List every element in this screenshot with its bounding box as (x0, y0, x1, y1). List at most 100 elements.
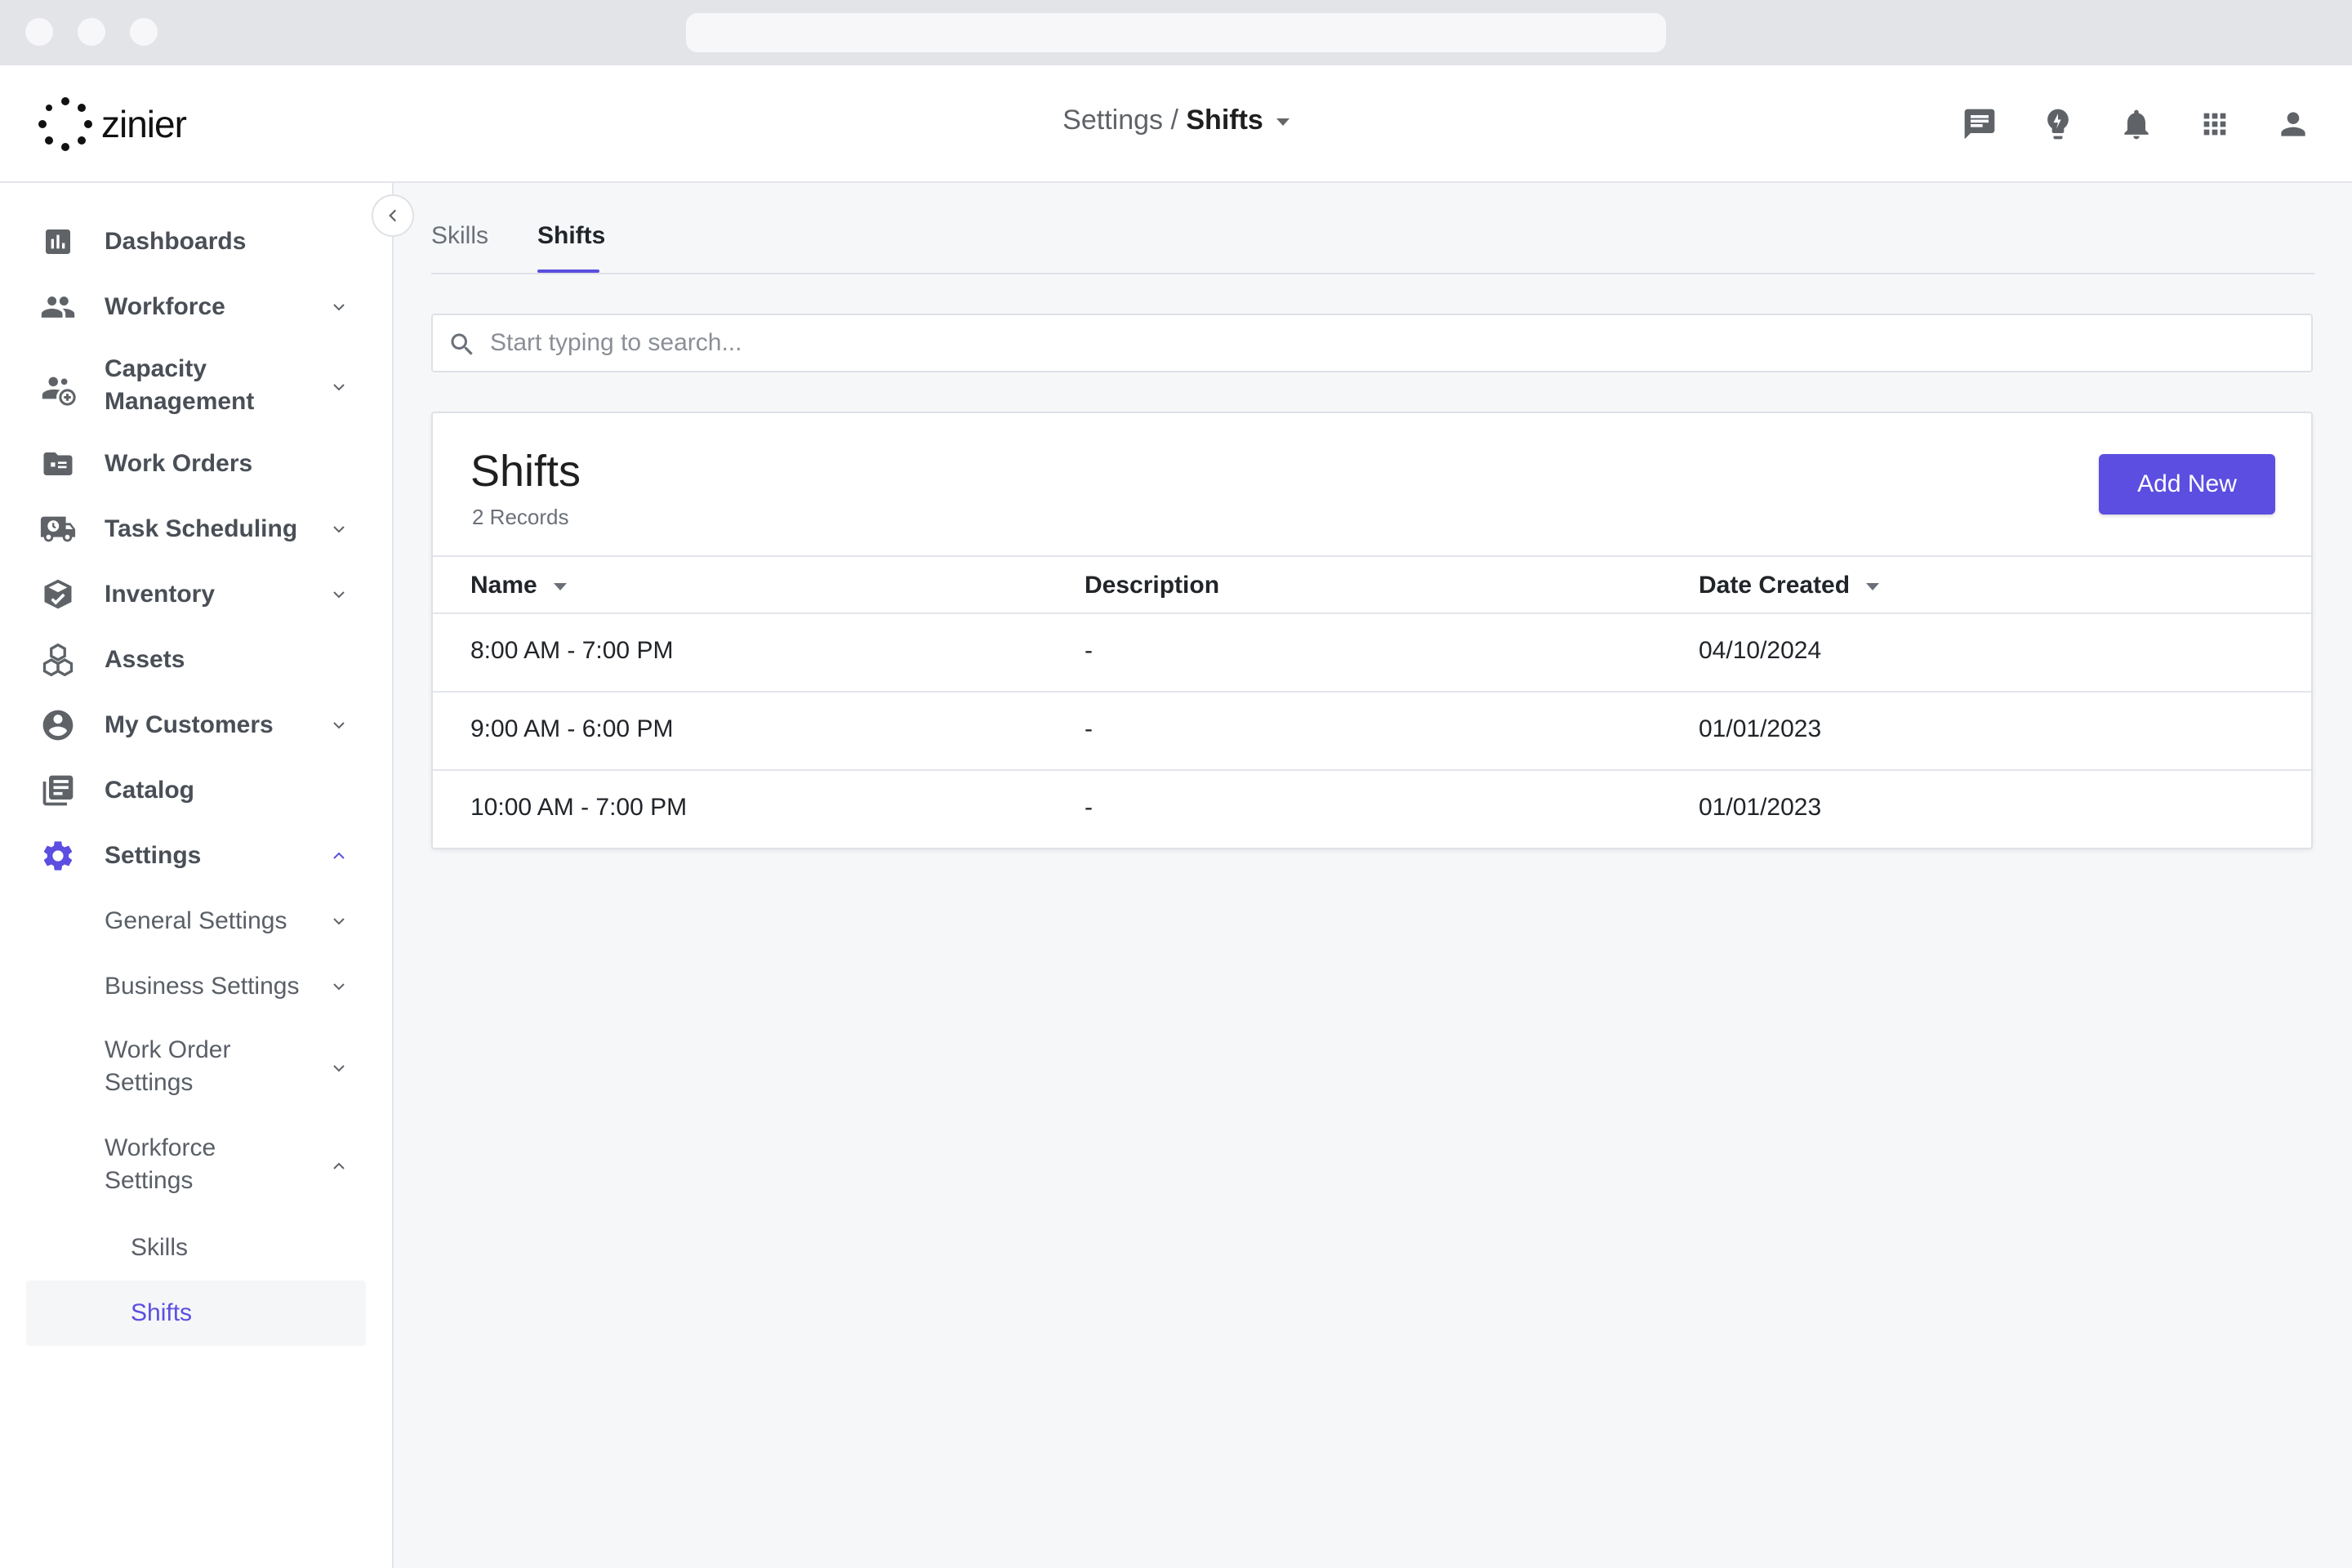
chevron-down-icon[interactable] (331, 717, 347, 733)
cell-name: 10:00 AM - 7:00 PM (470, 794, 688, 821)
sidebar-item-label-line2: Settings (105, 1069, 194, 1096)
sidebar-item-skills[interactable]: Skills (0, 1230, 384, 1266)
window-close-dot[interactable] (25, 18, 53, 46)
cell-date-created: 01/01/2023 (1699, 715, 1822, 742)
people-add-icon (39, 369, 77, 407)
sidebar-item-label: Shifts (131, 1299, 193, 1326)
chevron-down-icon[interactable] (331, 379, 347, 395)
chevron-up-icon[interactable] (331, 1158, 347, 1174)
sidebar-item-shifts[interactable]: Shifts (0, 1295, 384, 1331)
chevron-left-icon (389, 209, 397, 222)
sidebar-item-label-line2: Management (105, 388, 255, 415)
sidebar-item-workforce-settings[interactable]: Workforce Settings (0, 1132, 384, 1200)
sidebar-item-label: My Customers (105, 711, 274, 738)
sidebar-item-label: Workforce (105, 1134, 216, 1161)
collapse-sidebar-button[interactable] (372, 194, 414, 237)
sidebar-item-dashboards[interactable]: Dashboards (0, 224, 384, 260)
table-row[interactable]: 10:00 AM - 7:00 PM - 01/01/2023 (433, 771, 2311, 849)
cell-name: 8:00 AM - 7:00 PM (470, 637, 674, 664)
chevron-down-icon[interactable] (331, 521, 347, 537)
address-bar[interactable] (686, 13, 1666, 52)
user-icon[interactable] (2270, 101, 2316, 147)
book-icon (39, 772, 77, 809)
card-title: Shifts (470, 447, 581, 496)
chevron-up-icon[interactable] (331, 848, 347, 864)
search-box[interactable] (431, 314, 2313, 372)
sidebar-item-inventory[interactable]: Inventory (0, 577, 384, 612)
folder-list-icon (39, 445, 77, 483)
sidebar-item-task-scheduling[interactable]: Task Scheduling (0, 511, 384, 547)
chevron-down-icon[interactable] (331, 586, 347, 603)
sidebar: Dashboards Workforce Capacity Management… (0, 183, 394, 1568)
sidebar-item-my-customers[interactable]: My Customers (0, 707, 384, 743)
sidebar-item-workforce[interactable]: Workforce (0, 289, 384, 325)
table-row[interactable]: 8:00 AM - 7:00 PM - 04/10/2024 (433, 614, 2311, 693)
breadcrumb-separator: / (1163, 105, 1187, 136)
sidebar-item-label: Workforce (105, 293, 225, 320)
window-maximize-dot[interactable] (130, 18, 158, 46)
sidebar-item-general-settings[interactable]: General Settings (0, 903, 384, 939)
sidebar-item-label: Dashboards (105, 228, 247, 255)
add-new-button[interactable]: Add New (2099, 454, 2275, 514)
cell-description: - (1085, 715, 1093, 742)
sidebar-item-business-settings[interactable]: Business Settings (0, 969, 384, 1004)
cubes-icon (39, 641, 77, 679)
column-header-label: Name (470, 572, 537, 599)
tab-skills[interactable]: Skills (431, 222, 488, 250)
sidebar-item-work-orders[interactable]: Work Orders (0, 446, 384, 482)
sidebar-item-label: Inventory (105, 581, 216, 608)
column-header-date-created[interactable]: Date Created (1699, 572, 1880, 599)
tab-shifts[interactable]: Shifts (537, 222, 605, 250)
sidebar-item-label: Skills (131, 1234, 189, 1261)
search-input[interactable] (490, 315, 2287, 371)
bell-icon[interactable] (2114, 101, 2159, 147)
tab-bar: Skills Shifts (431, 203, 2314, 274)
breadcrumb-dropdown-icon[interactable] (1276, 118, 1290, 126)
table-row[interactable]: 9:00 AM - 6:00 PM - 01/01/2023 (433, 693, 2311, 771)
chevron-down-icon[interactable] (331, 978, 347, 995)
sidebar-item-label: Task Scheduling (105, 515, 298, 542)
sidebar-item-assets[interactable]: Assets (0, 642, 384, 678)
search-icon (451, 333, 473, 355)
breadcrumb-current: Shifts (1186, 105, 1263, 136)
sidebar-item-label: Catalog (105, 777, 195, 804)
window-minimize-dot[interactable] (78, 18, 105, 46)
table-header: Name Description Date Created (433, 555, 2311, 614)
sidebar-item-work-order-settings[interactable]: Work Order Settings (0, 1034, 384, 1102)
cell-date-created: 01/01/2023 (1699, 794, 1822, 821)
top-bar: zinier Settings / Shifts (0, 65, 2352, 183)
box-check-icon (39, 576, 77, 613)
sidebar-item-capacity-management[interactable]: Capacity Management (0, 353, 384, 421)
cell-date-created: 04/10/2024 (1699, 637, 1822, 664)
column-header-label: Date Created (1699, 572, 1851, 599)
sidebar-item-label: Settings (105, 842, 202, 869)
sidebar-item-label: Work Orders (105, 450, 253, 477)
shifts-card: Shifts 2 Records Add New Name Descriptio… (431, 412, 2313, 849)
chat-icon[interactable] (1957, 101, 2002, 147)
sidebar-item-catalog[interactable]: Catalog (0, 773, 384, 808)
people-icon (39, 288, 77, 326)
record-count: 2 Records (472, 505, 569, 529)
column-header-name[interactable]: Name (470, 572, 567, 599)
account-circle-icon (39, 706, 77, 744)
apps-grid-icon[interactable] (2192, 101, 2238, 147)
chevron-down-icon[interactable] (331, 299, 347, 315)
cell-description: - (1085, 637, 1093, 664)
active-tab-indicator (537, 270, 599, 273)
breadcrumb-parent[interactable]: Settings (1062, 105, 1163, 136)
sidebar-item-label: Work Order (105, 1036, 231, 1063)
sidebar-item-settings[interactable]: Settings (0, 838, 384, 874)
chevron-down-icon[interactable] (331, 1060, 347, 1076)
sidebar-item-label: Business Settings (105, 973, 300, 1000)
sort-caret-icon[interactable] (1866, 582, 1880, 590)
sort-caret-icon[interactable] (553, 582, 567, 590)
column-header-description: Description (1085, 572, 1219, 599)
chevron-down-icon[interactable] (331, 913, 347, 929)
cell-description: - (1085, 794, 1093, 821)
gear-icon (39, 837, 77, 875)
truck-clock-icon (39, 510, 77, 548)
lightbulb-icon[interactable] (2035, 101, 2081, 147)
sidebar-item-label: General Settings (105, 907, 287, 934)
sidebar-item-label-line2: Settings (105, 1167, 194, 1194)
bar-chart-icon (39, 223, 77, 261)
